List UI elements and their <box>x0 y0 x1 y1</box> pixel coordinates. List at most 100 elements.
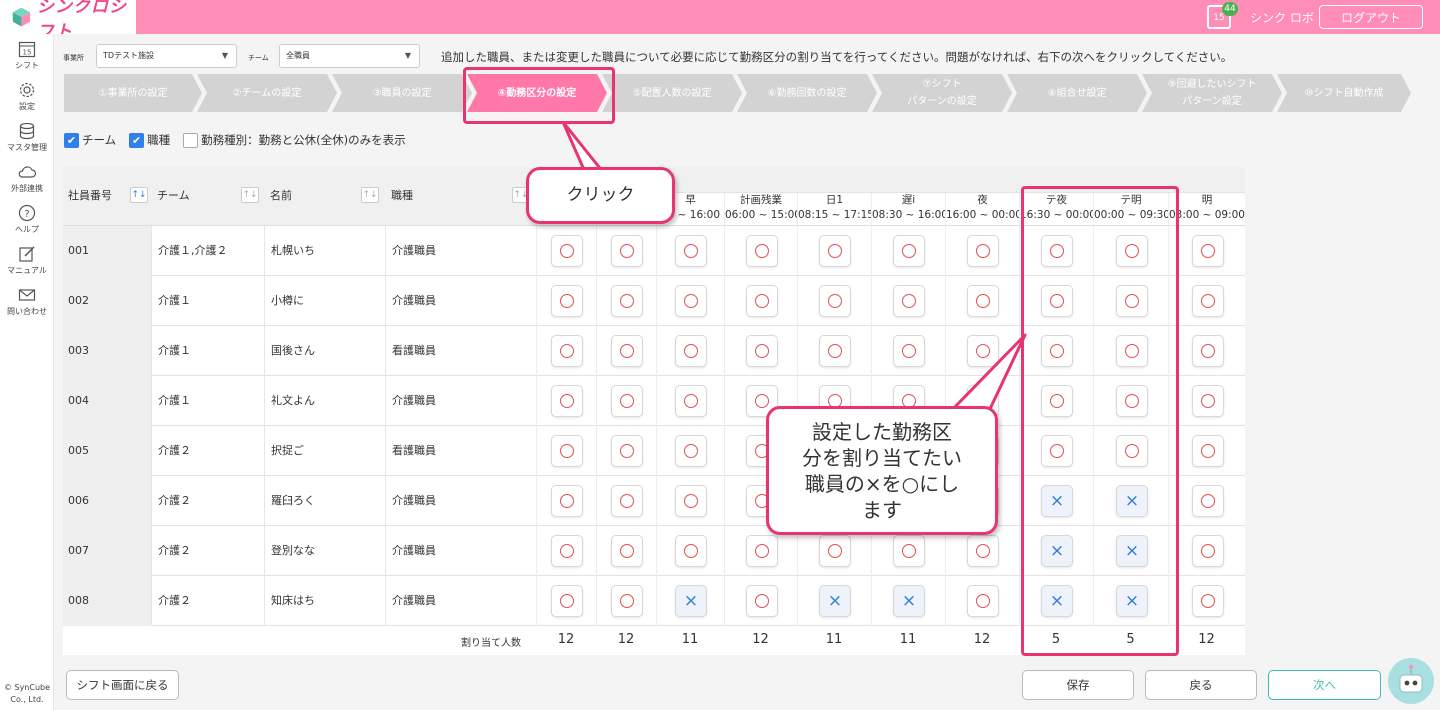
shift-toggle-button[interactable] <box>1192 235 1224 267</box>
step-10[interactable]: ⑩シフト自動作成 <box>1277 74 1411 112</box>
sort-name-button[interactable]: ↑↓ <box>361 187 379 203</box>
shift-cell <box>596 426 656 476</box>
shift-toggle-button[interactable] <box>819 285 851 317</box>
shift-toggle-button[interactable] <box>611 535 643 567</box>
shift-toggle-button[interactable] <box>551 285 583 317</box>
filter-checkboxes: ✔ チーム ✔ 職種 勤務種別：勤務と公休(全休)のみを表示 <box>64 132 419 148</box>
shift-toggle-button[interactable] <box>611 485 643 517</box>
shift-toggle-button[interactable] <box>1192 435 1224 467</box>
shift-toggle-button[interactable] <box>746 285 778 317</box>
circle-icon <box>1201 394 1215 408</box>
team-checkbox[interactable]: ✔ <box>64 132 79 148</box>
save-button[interactable]: 保存 <box>1022 670 1134 700</box>
shift-toggle-button[interactable] <box>675 535 707 567</box>
shift-toggle-button[interactable] <box>675 285 707 317</box>
shift-toggle-button[interactable]: × <box>893 585 925 617</box>
shift-toggle-button[interactable] <box>551 585 583 617</box>
shift-toggle-button[interactable] <box>551 485 583 517</box>
shift-toggle-button[interactable] <box>746 335 778 367</box>
sidebar-item-shift[interactable]: 15 シフト <box>0 34 54 75</box>
shift-toggle-button[interactable] <box>967 285 999 317</box>
shift-toggle-button[interactable] <box>1192 585 1224 617</box>
robot-assistant-icon[interactable] <box>1388 658 1434 704</box>
shift-cell <box>797 226 871 276</box>
circle-icon <box>620 294 634 308</box>
shift-toggle-button[interactable] <box>819 535 851 567</box>
shift-toggle-button[interactable] <box>611 285 643 317</box>
shift-toggle-button[interactable] <box>551 385 583 417</box>
shift-cell <box>536 376 596 426</box>
shift-toggle-button[interactable] <box>893 535 925 567</box>
job-checkbox[interactable]: ✔ <box>129 132 145 148</box>
shift-toggle-button[interactable] <box>551 335 583 367</box>
shift-toggle-button[interactable] <box>551 235 583 267</box>
sort-team-button[interactable]: ↑↓ <box>241 187 259 203</box>
circle-icon <box>976 294 990 308</box>
logout-button[interactable]: ログアウト <box>1319 5 1423 29</box>
shift-toggle-button[interactable] <box>746 235 778 267</box>
sidebar-item-settings[interactable]: 設定 <box>0 75 54 116</box>
step-3[interactable]: ③職員の設定 <box>332 74 472 112</box>
shift-toggle-button[interactable]: × <box>675 585 707 617</box>
shift-toggle-button[interactable] <box>611 385 643 417</box>
shift-toggle-button[interactable] <box>746 585 778 617</box>
shift-toggle-button[interactable] <box>893 235 925 267</box>
shift-toggle-button[interactable] <box>1192 335 1224 367</box>
shift-toggle-button[interactable] <box>967 585 999 617</box>
sidebar-item-manual[interactable]: マニュアル <box>0 239 54 280</box>
shift-toggle-button[interactable] <box>675 385 707 417</box>
step-9[interactable]: ⑨回避したいシフト パターン設定 <box>1142 74 1282 112</box>
shift-toggle-button[interactable] <box>675 485 707 517</box>
shift-toggle-button[interactable] <box>967 535 999 567</box>
sidebar-item-help[interactable]: ? ヘルプ <box>0 198 54 239</box>
assigned-count: 11 <box>825 632 843 647</box>
shift-toggle-button[interactable] <box>611 435 643 467</box>
shift-cell <box>724 226 797 276</box>
shift-toggle-button[interactable] <box>1192 485 1224 517</box>
shift-toggle-button[interactable] <box>893 285 925 317</box>
next-button[interactable]: 次へ <box>1268 670 1381 700</box>
circle-icon <box>560 294 574 308</box>
circle-icon <box>976 594 990 608</box>
shift-toggle-button[interactable] <box>675 335 707 367</box>
shift-toggle-button[interactable] <box>551 435 583 467</box>
employee-team: 介護１ <box>151 326 264 376</box>
shift-toggle-button[interactable] <box>819 335 851 367</box>
step-2[interactable]: ②チームの設定 <box>197 74 337 112</box>
shift-toggle-button[interactable] <box>551 535 583 567</box>
shift-toggle-button[interactable] <box>967 235 999 267</box>
shift-toggle-button[interactable] <box>611 235 643 267</box>
back-to-shift-button[interactable]: シフト画面に戻る <box>66 670 179 700</box>
circle-icon <box>560 444 574 458</box>
chevron-down-icon: ▼ <box>221 51 228 60</box>
step-8[interactable]: ⑧組合せ設定 <box>1007 74 1147 112</box>
shift-toggle-button[interactable] <box>1192 385 1224 417</box>
work-type-checkbox[interactable] <box>183 132 199 148</box>
shift-toggle-button[interactable] <box>1192 285 1224 317</box>
shift-toggle-button[interactable] <box>893 335 925 367</box>
shift-cell <box>1168 326 1245 376</box>
step-1[interactable]: ①事業所の設定 <box>64 74 202 112</box>
shift-toggle-button[interactable]: × <box>819 585 851 617</box>
shift-toggle-button[interactable] <box>1192 535 1224 567</box>
shift-toggle-button[interactable] <box>819 235 851 267</box>
step-6[interactable]: ⑥勤務回数の設定 <box>737 74 877 112</box>
shift-toggle-button[interactable] <box>746 535 778 567</box>
sidebar-item-label: 問い合わせ <box>7 306 47 316</box>
sort-id-button[interactable]: ↑↓ <box>130 187 148 203</box>
step-7[interactable]: ⑦シフト パターンの設定 <box>872 74 1012 112</box>
office-select[interactable]: TDテスト施設 ▼ <box>96 44 237 68</box>
shift-toggle-button[interactable] <box>611 585 643 617</box>
step-5[interactable]: ⑤配置人数の設定 <box>602 74 742 112</box>
employee-job: 介護職員 <box>385 276 536 326</box>
sidebar-item-master[interactable]: マスタ管理 <box>0 116 54 157</box>
back-button[interactable]: 戻る <box>1145 670 1257 700</box>
shift-toggle-button[interactable] <box>675 435 707 467</box>
sidebar-item-contact[interactable]: 問い合わせ <box>0 280 54 321</box>
team-select[interactable]: 全職員 ▼ <box>279 44 420 68</box>
shift-toggle-button[interactable] <box>611 335 643 367</box>
sidebar-item-external[interactable]: 外部連携 <box>0 157 54 198</box>
app-logo[interactable]: シンクロシフト <box>0 0 136 42</box>
calendar-icon: 15 <box>17 39 37 59</box>
shift-toggle-button[interactable] <box>675 235 707 267</box>
